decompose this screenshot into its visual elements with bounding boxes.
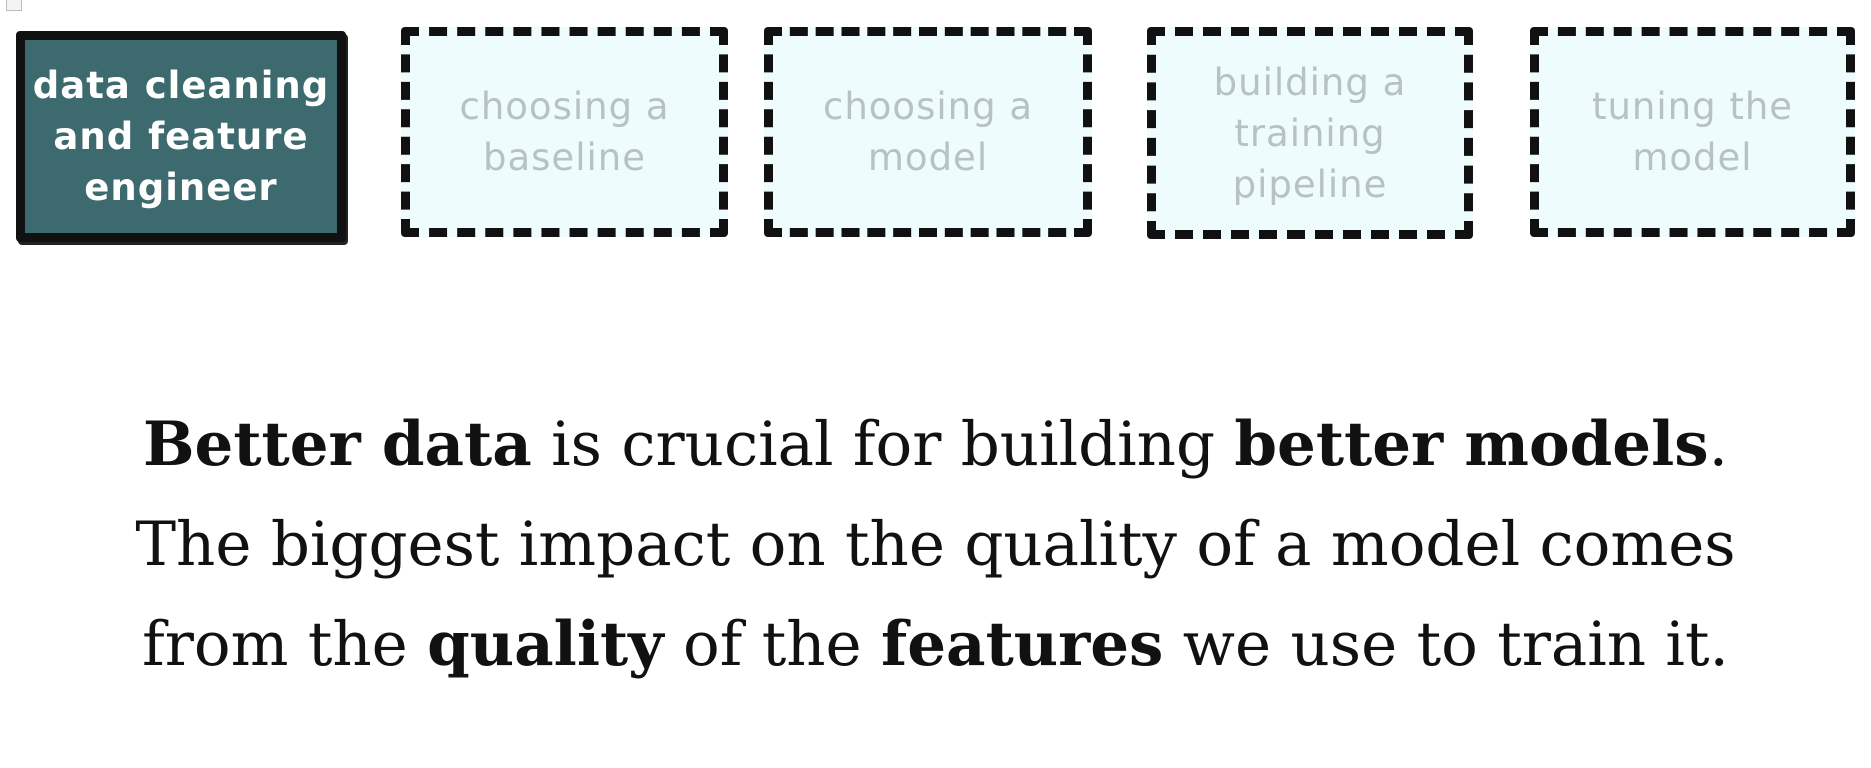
message-text: of the	[663, 609, 881, 680]
step-training-pipeline: building a training pipeline	[1147, 27, 1473, 239]
message-line-2: The biggest impact on the quality of a m…	[60, 495, 1811, 595]
key-message: Better data is crucial for building bett…	[60, 395, 1811, 695]
process-steps: data cleaning and feature engineer choos…	[0, 0, 1871, 260]
step-label: building a training pipeline	[1213, 60, 1407, 206]
emphasis-features: features	[881, 609, 1164, 680]
step-tuning-model: tuning the model	[1530, 27, 1855, 237]
step-label: data cleaning and feature engineer	[32, 64, 330, 209]
step-choosing-baseline: choosing a baseline	[401, 27, 728, 237]
message-line-3: from the quality of the features we use …	[60, 595, 1811, 695]
step-label: choosing a baseline	[459, 85, 670, 179]
emphasis-quality: quality	[427, 609, 664, 680]
message-text: we use to train it.	[1163, 609, 1729, 680]
step-data-cleaning: data cleaning and feature engineer	[16, 31, 346, 242]
step-choosing-model: choosing a model	[764, 27, 1092, 237]
message-line-1: Better data is crucial for building bett…	[60, 395, 1811, 495]
step-label: choosing a model	[823, 85, 1033, 179]
step-label: tuning the model	[1591, 85, 1794, 179]
message-text: .	[1708, 409, 1729, 480]
message-text: from the	[142, 609, 428, 680]
emphasis-better-models: better models	[1234, 409, 1709, 480]
message-text: The biggest impact on the quality of a m…	[135, 509, 1736, 580]
message-text: is crucial for building	[531, 409, 1235, 480]
emphasis-better-data: Better data	[142, 409, 532, 480]
